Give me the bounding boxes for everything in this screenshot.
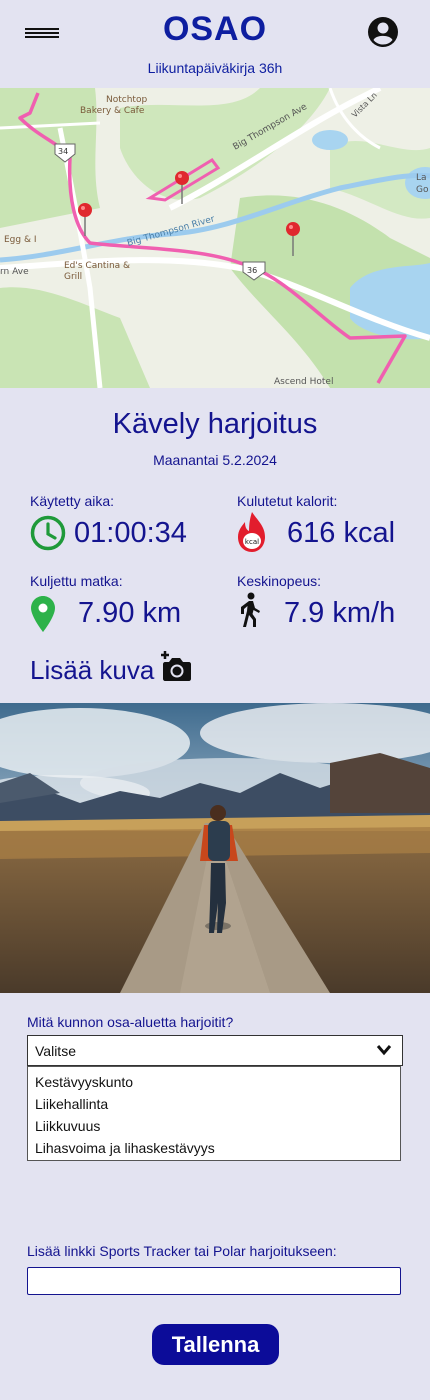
- svg-text:kcal: kcal: [245, 538, 259, 546]
- walking-icon: [241, 592, 260, 627]
- svg-text:34: 34: [58, 147, 68, 156]
- workout-date: Maanantai 5.2.2024: [153, 452, 277, 468]
- distance-label: Kuljettu matka:: [30, 573, 123, 589]
- select-value: Valitse: [35, 1043, 76, 1059]
- map-label-grill: Grill: [64, 272, 82, 282]
- speed-value: 7.9 km/h: [284, 597, 396, 629]
- add-photo-label: Lisää kuva: [30, 654, 155, 685]
- calories-label: Kulutetut kalorit:: [237, 493, 338, 509]
- map-label-egg: Egg & I: [4, 235, 37, 245]
- map-label-go: Go: [416, 185, 429, 195]
- app-header: OSAO Liikuntapäiväkirja 36h: [0, 0, 430, 88]
- option-kestavyyskunto[interactable]: Kestävyyskunto: [28, 1071, 400, 1093]
- clock-icon: [30, 515, 66, 551]
- option-liikehallinta[interactable]: Liikehallinta: [28, 1093, 400, 1115]
- time-value: 01:00:34: [74, 517, 187, 549]
- link-label: Lisää linkki Sports Tracker tai Polar ha…: [27, 1243, 337, 1259]
- map-label-eds-cantina: Ed's Cantina &: [64, 261, 130, 271]
- map-label-bakery: Bakery & Cafe: [80, 106, 145, 116]
- option-lihasvoima[interactable]: Lihasvoima ja lihaskestävyys: [28, 1137, 400, 1159]
- svg-text:36: 36: [247, 266, 257, 275]
- map-label-ascend-hotel: Ascend Hotel: [274, 377, 333, 387]
- route-map[interactable]: Notchtop Bakery & Cafe Big Thompson Ave …: [0, 88, 430, 388]
- fitness-area-question: Mitä kunnon osa-aluetta harjoitit?: [27, 1014, 234, 1030]
- account-circle-icon[interactable]: [367, 16, 399, 48]
- option-liikkuvuus[interactable]: Liikkuvuus: [28, 1115, 400, 1137]
- fitness-area-select[interactable]: Valitse: [27, 1035, 403, 1066]
- map-label-rn-ave: rn Ave: [0, 267, 29, 277]
- add-photo-button[interactable]: Lisää kuva: [30, 650, 192, 690]
- workout-photo: [0, 703, 430, 993]
- distance-value: 7.90 km: [78, 597, 182, 629]
- add-photo-icon: [161, 651, 192, 681]
- calories-value: 616 kcal: [287, 517, 396, 549]
- workout-title: Kävely harjoitus: [112, 408, 318, 440]
- app-subtitle: Liikuntapäiväkirja 36h: [147, 60, 283, 76]
- flame-icon: kcal: [238, 512, 265, 552]
- app-title: OSAO: [162, 10, 268, 48]
- chevron-down-icon: [376, 1045, 392, 1056]
- speed-label: Keskinopeus:: [237, 573, 322, 589]
- save-button[interactable]: Tallenna: [152, 1324, 279, 1365]
- time-label: Käytetty aika:: [30, 493, 115, 509]
- location-pin-icon: [31, 596, 55, 632]
- fitness-area-options: Kestävyyskunto Liikehallinta Liikkuvuus …: [27, 1066, 401, 1161]
- workout-link-input[interactable]: [27, 1267, 401, 1295]
- map-label-la: La: [416, 173, 427, 183]
- map-label-notchtop: Notchtop: [106, 95, 147, 105]
